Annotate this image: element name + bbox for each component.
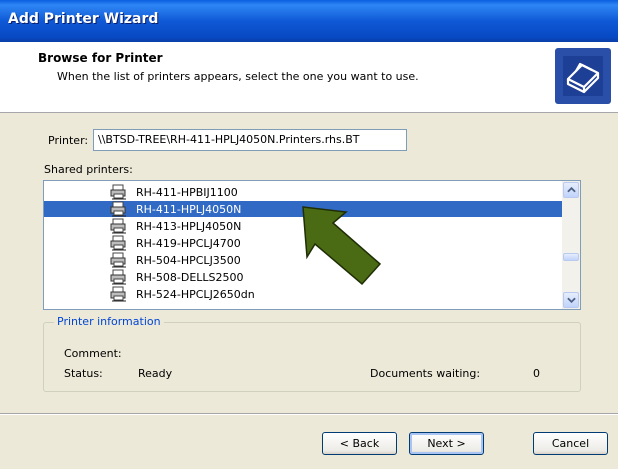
network-printer-icon [110,235,128,251]
wizard-header: Browse for Printer When the list of prin… [0,42,618,113]
button-divider [0,413,618,415]
list-item[interactable]: RH-411-HPBIJ1100 [44,184,562,200]
documents-waiting-label: Documents waiting: [370,367,481,380]
list-item[interactable]: RH-504-HPCLJ3500 [44,252,562,268]
printer-name: RH-504-HPCLJ3500 [136,254,241,267]
comment-label: Comment: [64,347,122,360]
network-printer-icon [110,252,128,268]
scroll-up-button[interactable] [563,182,579,198]
chevron-down-icon [566,297,576,303]
scroll-thumb[interactable] [563,253,579,261]
printer-label: Printer: [48,134,89,147]
list-item[interactable]: RH-508-DELLS2500 [44,269,562,285]
next-button[interactable]: Next > [409,432,484,455]
printer-name: RH-524-HPCLJ2650dn [136,288,255,301]
chevron-up-icon [566,187,576,193]
list-item[interactable]: RH-419-HPCLJ4700 [44,235,562,251]
shared-printers-list[interactable]: RH-411-HPBIJ1100 RH-411-HPLJ4050N RH-413… [43,180,581,310]
network-printer-icon [110,184,128,200]
network-printer-icon [110,269,128,285]
printer-information-legend: Printer information [54,315,164,328]
list-item-selected[interactable]: RH-411-HPLJ4050N [44,201,562,217]
scroll-down-button[interactable] [563,292,579,308]
network-printer-icon [110,286,128,302]
header-title: Browse for Printer [38,51,163,65]
network-printer-icon [110,201,128,217]
network-printer-icon [110,218,128,234]
cancel-button[interactable]: Cancel [533,432,608,455]
printer-name: RH-419-HPCLJ4700 [136,237,241,250]
printer-name: RH-411-HPBIJ1100 [136,186,238,199]
documents-waiting-value: 0 [533,367,540,380]
printer-name: RH-508-DELLS2500 [136,271,244,284]
status-value: Ready [138,367,173,380]
status-label: Status: [64,367,103,380]
window-title: Add Printer Wizard [8,11,159,27]
printer-information-group: Printer information [43,315,581,392]
header-subtitle: When the list of printers appears, selec… [57,70,419,83]
list-item[interactable]: RH-413-HPLJ4050N [44,218,562,234]
printer-name-field[interactable]: \\BTSD-TREE\RH-411-HPLJ4050N.Printers.rh… [93,129,407,151]
printer-name: RH-411-HPLJ4050N [136,203,242,216]
back-button[interactable]: < Back [322,432,397,455]
title-bar[interactable]: Add Printer Wizard [0,0,618,42]
list-item[interactable]: RH-524-HPCLJ2650dn [44,286,562,302]
vertical-scrollbar[interactable] [562,181,580,309]
printer-wizard-icon [555,48,611,104]
shared-printers-label: Shared printers: [44,163,133,176]
printer-name: RH-413-HPLJ4050N [136,220,242,233]
